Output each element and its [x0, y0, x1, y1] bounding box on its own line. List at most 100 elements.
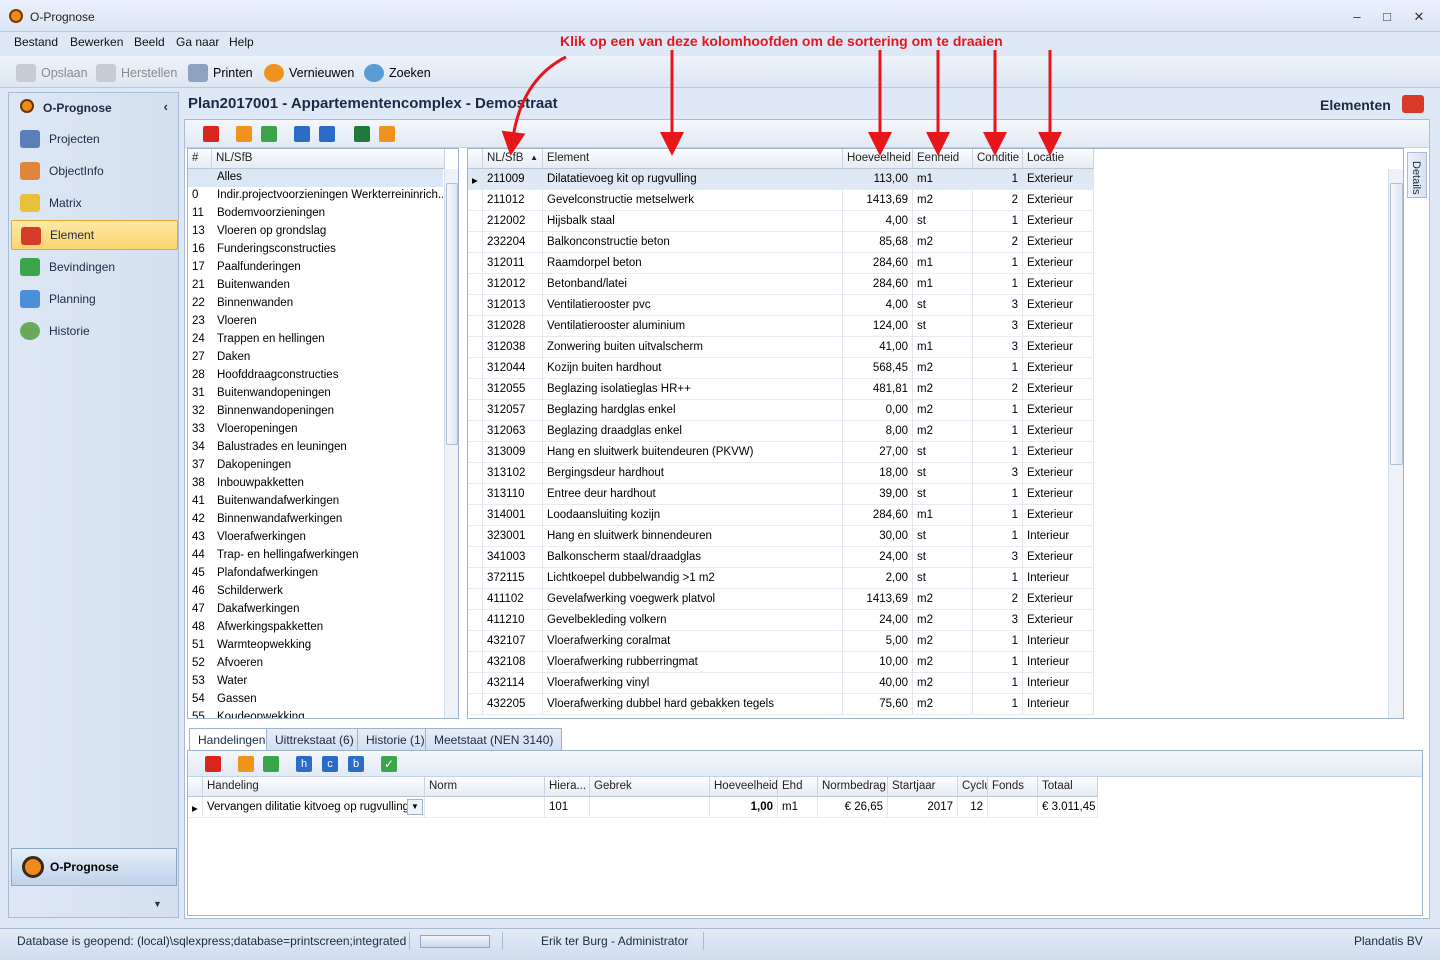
- list-item[interactable]: 22 Binnenwanden: [188, 295, 443, 313]
- b-button[interactable]: b: [348, 756, 364, 772]
- list-item[interactable]: 27 Daken: [188, 349, 443, 367]
- sidebar-bottom-button[interactable]: O-Prognose: [11, 848, 177, 886]
- table-row[interactable]: 314001 Loodaansluiting kozijn 284,60 m1 1 Ext…: [468, 505, 1094, 526]
- column-header[interactable]: Normbedrag: [818, 777, 888, 797]
- h-button[interactable]: h: [296, 756, 312, 772]
- column-header[interactable]: Norm: [425, 777, 545, 797]
- tab-uittrekstaat[interactable]: Uittrekstaat (6): [266, 728, 363, 750]
- list-item[interactable]: 13 Vloeren op grondslag: [188, 223, 443, 241]
- list-item[interactable]: 51 Warmteopwekking: [188, 637, 443, 655]
- list-item[interactable]: 32 Binnenwandopeningen: [188, 403, 443, 421]
- list-item[interactable]: 44 Trap- en hellingafwerkingen: [188, 547, 443, 565]
- scrollbar-thumb[interactable]: [1390, 183, 1403, 465]
- column-header[interactable]: Ehd: [778, 777, 818, 797]
- table-cell: m2: [913, 631, 973, 652]
- list-item[interactable]: 16 Funderingsconstructies: [188, 241, 443, 259]
- list-item[interactable]: 23 Vloeren: [188, 313, 443, 331]
- vertical-scrollbar[interactable]: [444, 169, 458, 718]
- list-item[interactable]: 0 Indir.projectvoorzieningen Werkterreini…: [188, 187, 443, 205]
- vertical-scrollbar[interactable]: [1388, 169, 1403, 718]
- column-header[interactable]: Handeling: [203, 777, 425, 797]
- table-row[interactable]: 411210 Gevelbekleding volkern 24,00 m2 3 Exte…: [468, 610, 1094, 631]
- column-header[interactable]: Gebrek: [590, 777, 710, 797]
- action-row[interactable]: ▸ Vervangen dilitatie kitvoeg op rugvulli…: [188, 797, 1098, 818]
- table-row[interactable]: 211012 Gevelconstructie metselwerk 1413,69…: [468, 190, 1094, 211]
- column-header[interactable]: Hiera...: [545, 777, 590, 797]
- table-row[interactable]: 312028 Ventilatierooster aluminium 124,00 s…: [468, 316, 1094, 337]
- list-item[interactable]: 24 Trappen en hellingen: [188, 331, 443, 349]
- table-row[interactable]: 312038 Zonwering buiten uitvalscherm 41,00…: [468, 337, 1094, 358]
- table-row[interactable]: 312055 Beglazing isolatieglas HR++ 481,81 m…: [468, 379, 1094, 400]
- table-row[interactable]: 232204 Balkonconstructie beton 85,68 m2 2 Ext…: [468, 232, 1094, 253]
- list-item[interactable]: 54 Gassen: [188, 691, 443, 709]
- column-header[interactable]: Cyclus: [958, 777, 988, 797]
- sidebar-item-bevindingen[interactable]: Bevindingen: [11, 252, 178, 282]
- table-row[interactable]: 411102 Gevelafwerking voegwerk platvol 141…: [468, 589, 1094, 610]
- item-code: 32: [192, 405, 205, 417]
- list-item[interactable]: 21 Buitenwanden: [188, 277, 443, 295]
- list-item[interactable]: Alles: [188, 169, 443, 187]
- table-row[interactable]: 312013 Ventilatierooster pvc 4,00 st 3 Exteri…: [468, 295, 1094, 316]
- list-item[interactable]: 55 Koudeopwekking: [188, 709, 443, 718]
- list-item[interactable]: 28 Hoofddraagconstructies: [188, 367, 443, 385]
- list-item[interactable]: 17 Paalfunderingen: [188, 259, 443, 277]
- table-row[interactable]: 313102 Bergingsdeur hardhout 18,00 st 3 Exter…: [468, 463, 1094, 484]
- table-row[interactable]: 323001 Hang en sluitwerk binnendeuren 30,0…: [468, 526, 1094, 547]
- table-row[interactable]: 312057 Beglazing hardglas enkel 0,00 m2 1 Ext…: [468, 400, 1094, 421]
- column-header[interactable]: Totaal: [1038, 777, 1098, 797]
- list-item[interactable]: 34 Balustrades en leuningen: [188, 439, 443, 457]
- navigation-sidebar: O-Prognose ‹ Projecten ObjectInfo Matrix …: [8, 92, 179, 918]
- sidebar-item-historie[interactable]: Historie: [11, 316, 178, 346]
- c-button[interactable]: c: [322, 756, 338, 772]
- dropdown-arrow-icon[interactable]: ▼: [407, 799, 423, 815]
- table-row[interactable]: 313009 Hang en sluitwerk buitendeuren (PK…: [468, 442, 1094, 463]
- list-item[interactable]: 47 Dakafwerkingen: [188, 601, 443, 619]
- list-item[interactable]: 11 Bodemvoorzieningen: [188, 205, 443, 223]
- table-row[interactable]: 341003 Balkonscherm staal/draadglas 24,00 s…: [468, 547, 1094, 568]
- sidebar-item-element[interactable]: Element: [11, 220, 178, 250]
- table-row[interactable]: 212002 Hijsbalk staal 4,00 st 1 Exterieur: [468, 211, 1094, 232]
- column-header[interactable]: Fonds: [988, 777, 1038, 797]
- checkmark-icon[interactable]: ✓: [381, 756, 397, 772]
- list-item[interactable]: 53 Water: [188, 673, 443, 691]
- column-header[interactable]: Startjaar: [888, 777, 958, 797]
- table-row[interactable]: 372115 Lichtkoepel dubbelwandig >1 m2 2,00…: [468, 568, 1094, 589]
- list-item[interactable]: 41 Buitenwandafwerkingen: [188, 493, 443, 511]
- table-row[interactable]: 312011 Raamdorpel beton 284,60 m1 1 Exterieur: [468, 253, 1094, 274]
- table-cell: Exterieur: [1023, 295, 1094, 316]
- tab-historie[interactable]: Historie (1): [357, 728, 434, 750]
- list-item[interactable]: 43 Vloerafwerkingen: [188, 529, 443, 547]
- list-item[interactable]: 38 Inbouwpakketten: [188, 475, 443, 493]
- list-item[interactable]: 45 Plafondafwerkingen: [188, 565, 443, 583]
- sidebar-item-planning[interactable]: Planning: [11, 284, 178, 314]
- tab-meetstaat[interactable]: Meetstaat (NEN 3140): [425, 728, 563, 750]
- list-item[interactable]: 33 Vloeropeningen: [188, 421, 443, 439]
- chevron-down-icon[interactable]: ▼: [153, 899, 162, 909]
- delete-icon[interactable]: [205, 756, 221, 772]
- scrollbar-thumb[interactable]: [446, 183, 458, 445]
- list-item[interactable]: 46 Schilderwerk: [188, 583, 443, 601]
- list-item[interactable]: 42 Binnenwandafwerkingen: [188, 511, 443, 529]
- table-row[interactable]: 432114 Vloerafwerking vinyl 40,00 m2 1 Interi…: [468, 673, 1094, 694]
- table-cell: Exterieur: [1023, 274, 1094, 295]
- table-row[interactable]: 312063 Beglazing draadglas enkel 8,00 m2 1 Ex…: [468, 421, 1094, 442]
- table-row[interactable]: 313110 Entree deur hardhout 39,00 st 1 Exteri…: [468, 484, 1094, 505]
- edit-icon[interactable]: [263, 756, 279, 772]
- tab-handelingen[interactable]: Handelingen: [189, 728, 275, 751]
- table-row[interactable]: 312044 Kozijn buiten hardhout 568,45 m2 1 Ext…: [468, 358, 1094, 379]
- new-icon[interactable]: [238, 756, 254, 772]
- table-row[interactable]: 432108 Vloerafwerking rubberringmat 10,00 m…: [468, 652, 1094, 673]
- table-row[interactable]: 312012 Betonband/latei 284,60 m1 1 Exterieur: [468, 274, 1094, 295]
- column-header[interactable]: Hoeveelheid: [710, 777, 778, 797]
- sidebar-item-matrix[interactable]: Matrix: [11, 188, 178, 218]
- table-row[interactable]: 432205 Vloerafwerking dubbel hard gebakke…: [468, 694, 1094, 715]
- list-item[interactable]: 31 Buitenwandopeningen: [188, 385, 443, 403]
- table-cell[interactable]: Vervangen dilitatie kitvoeg op rugvullin…: [203, 797, 425, 818]
- list-item[interactable]: 48 Afwerkingspakketten: [188, 619, 443, 637]
- list-item[interactable]: 37 Dakopeningen: [188, 457, 443, 475]
- table-row[interactable]: ▸ 211009 Dilatatievoeg kit op rugvulling 11…: [468, 169, 1094, 190]
- sidebar-item-objectinfo[interactable]: ObjectInfo: [11, 156, 178, 186]
- table-cell: 411102: [483, 589, 543, 610]
- list-item[interactable]: 52 Afvoeren: [188, 655, 443, 673]
- table-row[interactable]: 432107 Vloerafwerking coralmat 5,00 m2 1 Inte…: [468, 631, 1094, 652]
